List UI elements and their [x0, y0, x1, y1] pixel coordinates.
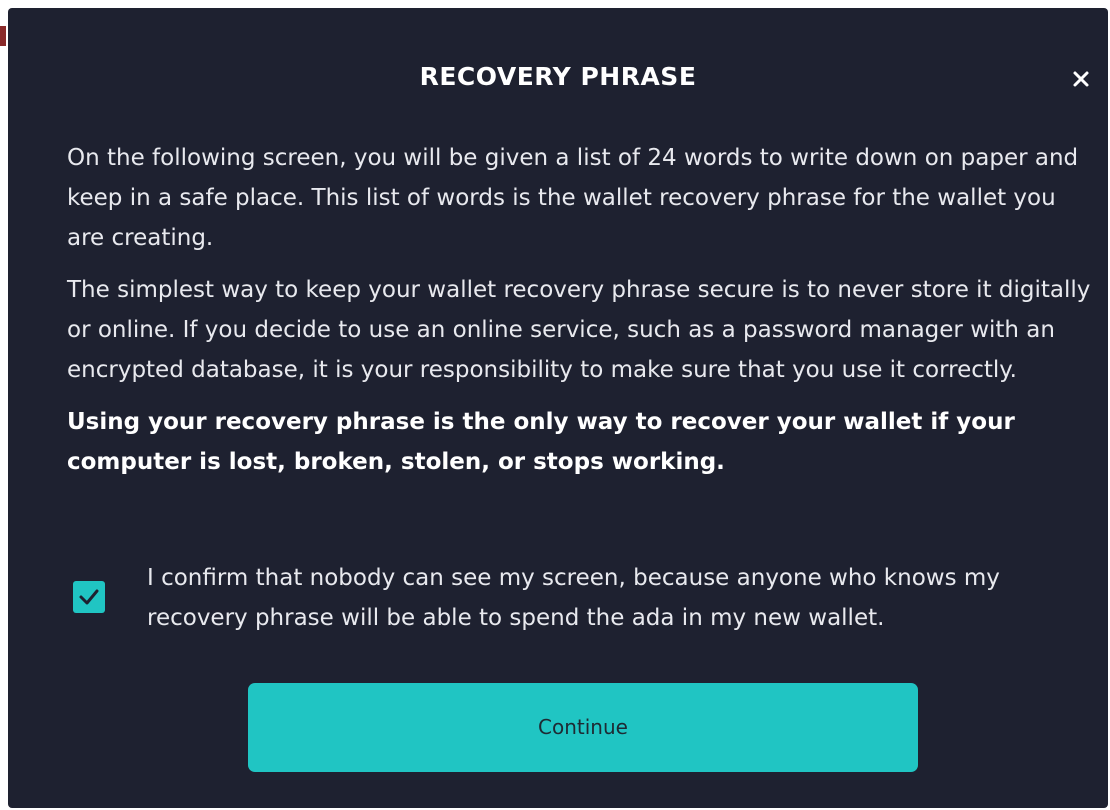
continue-button[interactable]: Continue [248, 683, 918, 772]
intro-paragraph: On the following screen, you will be giv… [67, 145, 1079, 251]
recovery-phrase-dialog: RECOVERY PHRASE On the following screen,… [8, 8, 1108, 808]
close-icon [1068, 66, 1094, 92]
confirm-checkbox[interactable] [73, 581, 105, 613]
confirm-row: I confirm that nobody can see my screen,… [67, 558, 1097, 648]
dialog-body: On the following screen, you will be giv… [67, 138, 1097, 494]
background-window-edge [0, 26, 6, 46]
warning-paragraph: Using your recovery phrase is the only w… [67, 409, 1015, 475]
dialog-title: RECOVERY PHRASE [419, 62, 697, 91]
security-paragraph: The simplest way to keep your wallet rec… [67, 277, 1091, 383]
confirm-label[interactable]: I confirm that nobody can see my screen,… [147, 558, 1097, 638]
close-button[interactable] [1068, 66, 1094, 92]
